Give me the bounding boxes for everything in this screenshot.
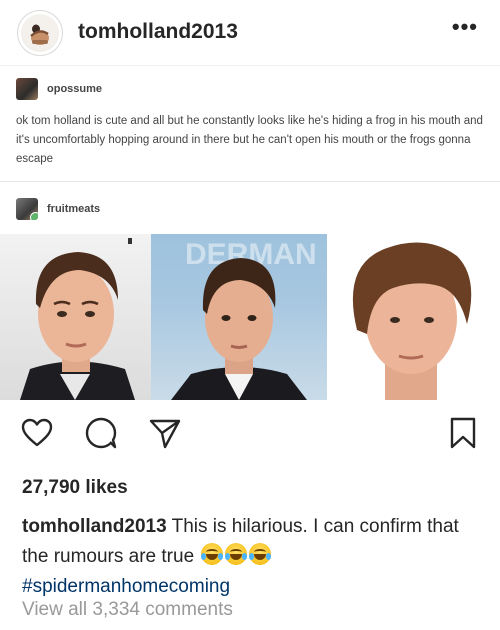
- caption-username[interactable]: tomholland2013: [22, 516, 167, 537]
- tumblr-username: opossume: [47, 83, 103, 95]
- face-photos: DERMAN: [0, 234, 500, 400]
- tumblr-post-text: ok tom holland is cute and all but he co…: [16, 115, 483, 165]
- tumblr-poster-row: opossume: [16, 78, 102, 100]
- caption: tomholland2013 This is hilarious. I can …: [22, 512, 482, 602]
- send-icon[interactable]: [148, 416, 182, 450]
- face-photo-3: [327, 234, 500, 400]
- action-bar: [0, 412, 500, 462]
- likes-count[interactable]: 27,790 likes: [22, 477, 128, 499]
- post-image[interactable]: opossume ok tom holland is cute and all …: [0, 66, 500, 401]
- comment-icon[interactable]: [84, 416, 118, 450]
- laughing-emoji-icon: [199, 543, 272, 567]
- avatar[interactable]: [17, 10, 63, 56]
- hashtag-link[interactable]: #spidermanhomecoming: [22, 576, 230, 597]
- post-username[interactable]: tomholland2013: [78, 20, 238, 44]
- tumblr-reblog-row: fruitmeats: [16, 198, 100, 220]
- divider: [0, 181, 500, 182]
- bookmark-icon[interactable]: [446, 416, 480, 450]
- face-photo-2: DERMAN: [151, 234, 327, 400]
- tumblr-username: fruitmeats: [47, 203, 101, 215]
- heart-icon[interactable]: [20, 416, 54, 450]
- tumblr-avatar: [16, 78, 38, 100]
- post-header: tomholland2013 •••: [0, 0, 500, 66]
- more-options-icon[interactable]: •••: [452, 16, 478, 38]
- view-all-comments-link[interactable]: View all 3,334 comments: [22, 599, 233, 621]
- face-photo-1: [0, 234, 151, 400]
- profile-photo-icon: [21, 14, 59, 52]
- tumblr-avatar: [16, 198, 38, 220]
